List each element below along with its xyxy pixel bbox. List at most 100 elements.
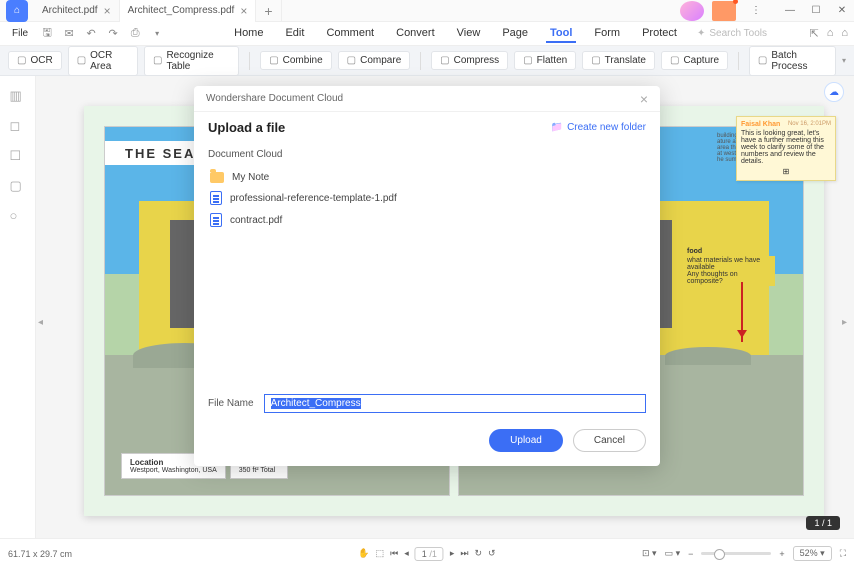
- cloud-badge-icon[interactable]: ☁: [824, 82, 844, 102]
- titlebar: ⌂ Architect.pdf × Architect_Compress.pdf…: [0, 0, 854, 22]
- menu-tab-tool[interactable]: Tool: [546, 25, 576, 43]
- zoom-value[interactable]: 52% ▾: [793, 546, 832, 561]
- item-label: My Note: [232, 172, 269, 183]
- tool-ocr-area[interactable]: OCR Area: [68, 46, 138, 76]
- tool-compress[interactable]: Compress: [431, 51, 508, 70]
- new-tab-button[interactable]: +: [256, 0, 281, 22]
- bookmark-icon[interactable]: ◻: [10, 118, 26, 134]
- tool-ocr[interactable]: OCR: [8, 51, 62, 70]
- upload-button[interactable]: Upload: [489, 429, 563, 452]
- rotate-icon[interactable]: ↻: [474, 548, 482, 559]
- tool-toolbar: OCR OCR AreaRecognize Table Combine Compare…: [0, 46, 854, 76]
- zoom-in-icon[interactable]: +: [779, 549, 784, 559]
- main-menu-tabs: Home Edit Comment Convert View Page Tool Form Pr…: [230, 25, 681, 43]
- profile-avatar[interactable]: [680, 1, 704, 21]
- tool-recognize-table[interactable]: Recognize Table: [144, 46, 239, 76]
- attachment-icon[interactable]: ▢: [10, 178, 26, 194]
- redo-icon[interactable]: ↷: [104, 25, 122, 43]
- item-label: contract.pdf: [230, 215, 282, 226]
- menu-tab-protect[interactable]: Protect: [638, 25, 681, 43]
- prev-page-arrow[interactable]: ◂: [38, 307, 48, 337]
- status-bar: 61.71 x 29.7 cm ✋ ⬚ ⏮ ◂ 1 /1 ▸ ⏭ ↻ ↺ ⊡ ▾…: [0, 538, 854, 568]
- note-body: This is looking great, let's have a furt…: [741, 130, 831, 165]
- dialog-heading: Upload a file: [208, 120, 285, 135]
- pin-icon: ⊞: [741, 167, 831, 176]
- more-icon[interactable]: ⋮: [744, 1, 768, 21]
- tool-translate[interactable]: Translate: [582, 51, 655, 70]
- pdf-icon: [210, 213, 222, 227]
- page-indicator: 1 / 1: [806, 516, 840, 530]
- next-page-arrow[interactable]: ▸: [842, 307, 852, 337]
- menu-tab-edit[interactable]: Edit: [281, 25, 308, 43]
- zoom-out-icon[interactable]: −: [688, 549, 693, 559]
- tab-label: Architect_Compress.pdf: [128, 5, 235, 16]
- menu-tab-page[interactable]: Page: [498, 25, 532, 43]
- sticky-note[interactable]: Faisal KhanNov 16, 2:01PM This is lookin…: [736, 116, 836, 181]
- close-tab-icon[interactable]: ×: [104, 4, 111, 18]
- comment-panel-icon[interactable]: ☐: [10, 148, 26, 164]
- last-page-icon[interactable]: ⏭: [460, 548, 468, 559]
- view-mode-icon[interactable]: ▭ ▾: [665, 548, 681, 559]
- mail-icon[interactable]: ✉: [60, 25, 78, 43]
- cloud-icon[interactable]: ⌂: [827, 27, 834, 40]
- fullscreen-icon[interactable]: ⛶: [840, 548, 846, 559]
- plus-icon: +: [264, 3, 272, 19]
- cancel-button[interactable]: Cancel: [573, 429, 646, 452]
- save-icon[interactable]: 🖫: [38, 25, 56, 43]
- toolbar-overflow-icon[interactable]: ▾: [842, 56, 846, 65]
- home-icon[interactable]: ⌂: [841, 27, 848, 40]
- create-folder-button[interactable]: Create new folder: [551, 122, 646, 133]
- menu-tab-convert[interactable]: Convert: [392, 25, 439, 43]
- document-tab[interactable]: Architect_Compress.pdf ×: [120, 0, 257, 22]
- select-tool-icon[interactable]: ⬚: [376, 548, 385, 559]
- tool-combine[interactable]: Combine: [260, 51, 331, 70]
- menu-tab-comment[interactable]: Comment: [322, 25, 378, 43]
- tool-compare[interactable]: Compare: [338, 51, 411, 70]
- document-tab[interactable]: Architect.pdf ×: [34, 0, 120, 22]
- item-label: professional-reference-template-1.pdf: [230, 193, 397, 204]
- folder-item[interactable]: My Note: [208, 168, 646, 187]
- filename-label: File Name: [208, 398, 254, 409]
- file-menu[interactable]: File: [6, 26, 34, 41]
- file-item[interactable]: contract.pdf: [208, 209, 646, 231]
- fit-mode-icon[interactable]: ⊡ ▾: [642, 548, 657, 559]
- print-icon[interactable]: ⎙: [126, 25, 144, 43]
- zoom-slider[interactable]: [701, 552, 771, 555]
- tool-flatten[interactable]: Flatten: [514, 51, 576, 70]
- left-rail: ▥ ◻ ☐ ▢ ○: [0, 76, 36, 538]
- tool-capture[interactable]: Capture: [661, 51, 728, 70]
- undo-icon[interactable]: ↶: [82, 25, 100, 43]
- notification-icon[interactable]: [712, 1, 736, 21]
- app-logo: ⌂: [6, 0, 28, 22]
- filename-input[interactable]: [264, 394, 646, 413]
- search-placeholder: Search Tools: [709, 28, 767, 39]
- prev-page-icon[interactable]: ◂: [404, 548, 409, 559]
- menu-tab-home[interactable]: Home: [230, 25, 267, 43]
- highlighted-note: food what materials we have available An…: [685, 247, 775, 286]
- rotate-ccw-icon[interactable]: ↺: [488, 548, 496, 559]
- minimize-button[interactable]: —: [778, 1, 802, 21]
- share-icon[interactable]: ⇱: [809, 27, 818, 40]
- tab-label: Architect.pdf: [42, 5, 98, 16]
- page-input[interactable]: 1 /1: [415, 547, 444, 561]
- breadcrumb[interactable]: Document Cloud: [208, 149, 646, 160]
- note-time: Nov 16, 2:01PM: [788, 121, 831, 128]
- chevron-down-icon[interactable]: ▾: [148, 25, 166, 43]
- next-page-icon[interactable]: ▸: [450, 548, 455, 559]
- tool-batch-process[interactable]: Batch Process: [749, 46, 836, 76]
- file-item[interactable]: professional-reference-template-1.pdf: [208, 187, 646, 209]
- close-dialog-icon[interactable]: ×: [640, 91, 648, 107]
- dialog-title: Wondershare Document Cloud: [206, 93, 343, 104]
- close-window-button[interactable]: ✕: [830, 1, 854, 21]
- search-tools[interactable]: ✦ Search Tools: [697, 28, 767, 39]
- menu-tab-form[interactable]: Form: [590, 25, 624, 43]
- pdf-icon: [210, 191, 222, 205]
- maximize-button[interactable]: ☐: [804, 1, 828, 21]
- upload-dialog: Wondershare Document Cloud × Upload a fi…: [194, 86, 660, 466]
- search-icon[interactable]: ○: [10, 208, 26, 224]
- hand-tool-icon[interactable]: ✋: [358, 548, 369, 559]
- close-tab-icon[interactable]: ×: [240, 4, 247, 18]
- thumbnails-icon[interactable]: ▥: [10, 88, 26, 104]
- menu-tab-view[interactable]: View: [453, 25, 485, 43]
- first-page-icon[interactable]: ⏮: [390, 548, 398, 559]
